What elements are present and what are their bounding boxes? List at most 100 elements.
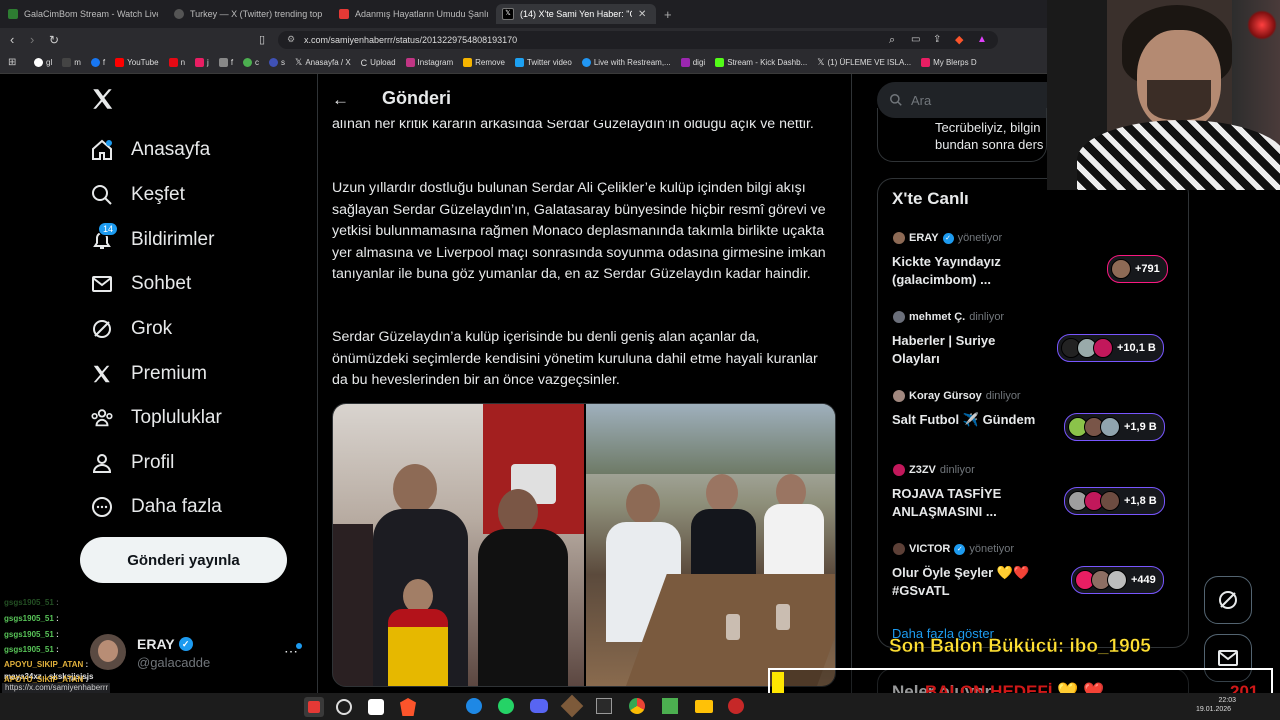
- bookmark-item[interactable]: j: [195, 58, 209, 67]
- bookmark-item[interactable]: digi: [680, 58, 705, 67]
- nav-notifications[interactable]: 14 Bildirimler: [90, 222, 214, 252]
- apps-grid-icon[interactable]: ⊞: [8, 57, 16, 68]
- post-button[interactable]: Gönderi yayınla: [80, 537, 287, 583]
- bookmark-item[interactable]: Live with Restream,...: [581, 58, 671, 67]
- x-logo-icon: 𝕏: [817, 57, 825, 67]
- bookmark-item[interactable]: Instagram: [405, 58, 453, 67]
- nav-label: Grok: [131, 318, 173, 339]
- edge-icon[interactable]: [466, 698, 482, 714]
- chatgpt-icon[interactable]: [336, 699, 352, 715]
- close-tab-icon[interactable]: ✕: [638, 9, 646, 20]
- reload-icon[interactable]: ↻: [49, 33, 59, 47]
- share-icon[interactable]: ⇪: [933, 33, 941, 47]
- bookmark-label: f: [230, 58, 234, 67]
- post-paragraph: Serdar Güzelaydın’a kulüp içerisinde bu …: [332, 329, 818, 388]
- space-listeners-pill[interactable]: +10,1 B: [1057, 334, 1164, 362]
- space-listeners-pill[interactable]: +791: [1107, 255, 1168, 283]
- bookmark-item[interactable]: My Blerps D: [921, 58, 977, 67]
- grok-icon: [1219, 591, 1237, 609]
- trend-snippet-line: bundan sonra ders: [935, 137, 1044, 152]
- forward-icon[interactable]: ›: [30, 33, 34, 47]
- x-logo-icon[interactable]: [90, 86, 118, 114]
- grok-float-button[interactable]: [1204, 576, 1252, 624]
- taskbar-app-icon[interactable]: [308, 701, 320, 713]
- space-listeners-pill[interactable]: +449: [1071, 566, 1164, 594]
- bookmark-item[interactable]: f: [90, 58, 105, 67]
- nav-label: Daha fazla: [131, 496, 222, 517]
- account-name: ERAY ✓: [137, 636, 193, 652]
- space-title[interactable]: Olur Öyle Şeyler 💛❤️ #GSvATL: [892, 564, 1029, 600]
- avatar[interactable]: [90, 634, 126, 670]
- post-media[interactable]: [332, 403, 836, 687]
- mail-icon: [1218, 650, 1238, 666]
- nav-explore[interactable]: Keşfet: [90, 183, 185, 207]
- bookmark-item[interactable]: s: [269, 58, 285, 67]
- tab-favicon-icon: [339, 9, 349, 19]
- listener-count: +449: [1131, 574, 1156, 586]
- browser-tab-3[interactable]: Adanmış Hayatların Umudu Şanlı Gal: [339, 4, 489, 24]
- nav-home[interactable]: Anasayfa: [90, 138, 210, 162]
- post-photo-left[interactable]: [333, 404, 584, 686]
- chat-user: gsgs1905_51: [4, 614, 54, 623]
- bookmark-item[interactable]: gl: [34, 58, 52, 67]
- bookmark-item[interactable]: YouTube: [115, 58, 159, 67]
- nav-label: Anasayfa: [131, 139, 211, 160]
- space-title[interactable]: Kickte Yayındayız (galacimbom) ...: [892, 253, 1001, 289]
- nav-communities[interactable]: Topluluklar: [90, 406, 222, 430]
- taskbar-app-icon[interactable]: [560, 694, 584, 718]
- back-icon[interactable]: ‹: [10, 33, 14, 47]
- browser-tab-active[interactable]: 𝕏 (14) X'te Sami Yen Haber: "Galata ✕: [496, 4, 656, 24]
- taskbar-clock[interactable]: 22:03: [1212, 696, 1236, 706]
- space-title[interactable]: ROJAVA TASFİYE ANLAŞMASINI ...: [892, 485, 1001, 521]
- bookmark-item[interactable]: 𝕏 (1) ÜFLEME VE ISLA...: [817, 57, 911, 68]
- nav-messages[interactable]: Sohbet: [90, 272, 191, 296]
- chat-line: gsgs1905_51 :: [4, 598, 59, 607]
- bookmark-item[interactable]: Twitter video: [514, 58, 572, 67]
- post-photo-right[interactable]: [586, 404, 835, 686]
- brave-icon[interactable]: [400, 698, 416, 716]
- space-title-line: Olayları: [892, 351, 940, 366]
- nav-more[interactable]: Daha fazla: [90, 495, 222, 519]
- cast-icon[interactable]: ▭: [911, 33, 920, 47]
- bookmark-item[interactable]: 𝕏 Anasayfa / X: [295, 57, 351, 68]
- taskbar-app-icon[interactable]: [662, 698, 678, 714]
- nav-grok[interactable]: Grok: [90, 317, 172, 341]
- site-info-icon[interactable]: ⚙: [287, 34, 295, 45]
- bookmark-item[interactable]: f: [218, 58, 234, 67]
- rewards-icon[interactable]: ▲: [977, 33, 987, 47]
- space-listeners-pill[interactable]: +1,8 B: [1064, 487, 1165, 515]
- tab-title: Turkey — X (Twitter) trending topics: [190, 9, 322, 19]
- bookmark-item[interactable]: Remove: [463, 58, 505, 67]
- chat-text: :: [56, 645, 59, 654]
- space-title[interactable]: Haberler | Suriye Olayları: [892, 332, 995, 368]
- browser-tab-1[interactable]: GalaCimBom Stream - Watch Live on: [8, 4, 158, 24]
- nav-premium[interactable]: Premium: [90, 362, 207, 386]
- nav-profile[interactable]: Profil: [90, 451, 174, 475]
- bookmark-icon[interactable]: ▯: [259, 33, 265, 47]
- chrome-icon[interactable]: [629, 698, 645, 714]
- clock-date: 19.01.2026: [1196, 706, 1232, 713]
- zoom-icon[interactable]: ⌕: [889, 33, 895, 47]
- bookmark-label: n: [180, 58, 186, 67]
- bookmark-item[interactable]: n: [168, 58, 186, 67]
- epic-games-icon[interactable]: [596, 698, 612, 714]
- space-title[interactable]: Salt Futbol ✈️ Gündem: [892, 411, 1035, 429]
- brave-shield-icon[interactable]: ◆: [955, 33, 963, 47]
- new-tab-icon[interactable]: +: [664, 4, 672, 24]
- back-arrow-icon[interactable]: ←: [332, 90, 349, 110]
- space-listeners-pill[interactable]: +1,9 B: [1064, 413, 1165, 441]
- bookmark-item[interactable]: c: [243, 58, 259, 67]
- bookmark-item[interactable]: m: [62, 58, 81, 67]
- chat-text: :: [56, 630, 59, 639]
- discord-icon[interactable]: [530, 699, 548, 713]
- taskbar-app-icon[interactable]: [368, 699, 384, 715]
- notification-badge: 14: [98, 222, 119, 236]
- bookmark-item[interactable]: Stream - Kick Dashb...: [715, 58, 807, 67]
- browser-tab-2[interactable]: Turkey — X (Twitter) trending topics: [174, 4, 322, 24]
- listener-avatar: [1107, 570, 1127, 590]
- whatsapp-icon[interactable]: [498, 698, 514, 714]
- bookmark-item[interactable]: C Upload: [361, 58, 396, 68]
- trend-snippet[interactable]: Tecrübeliyiz, bilgin bundan sonra ders: [935, 119, 1045, 153]
- folder-icon[interactable]: [695, 700, 713, 713]
- taskbar-app-icon[interactable]: [728, 698, 744, 714]
